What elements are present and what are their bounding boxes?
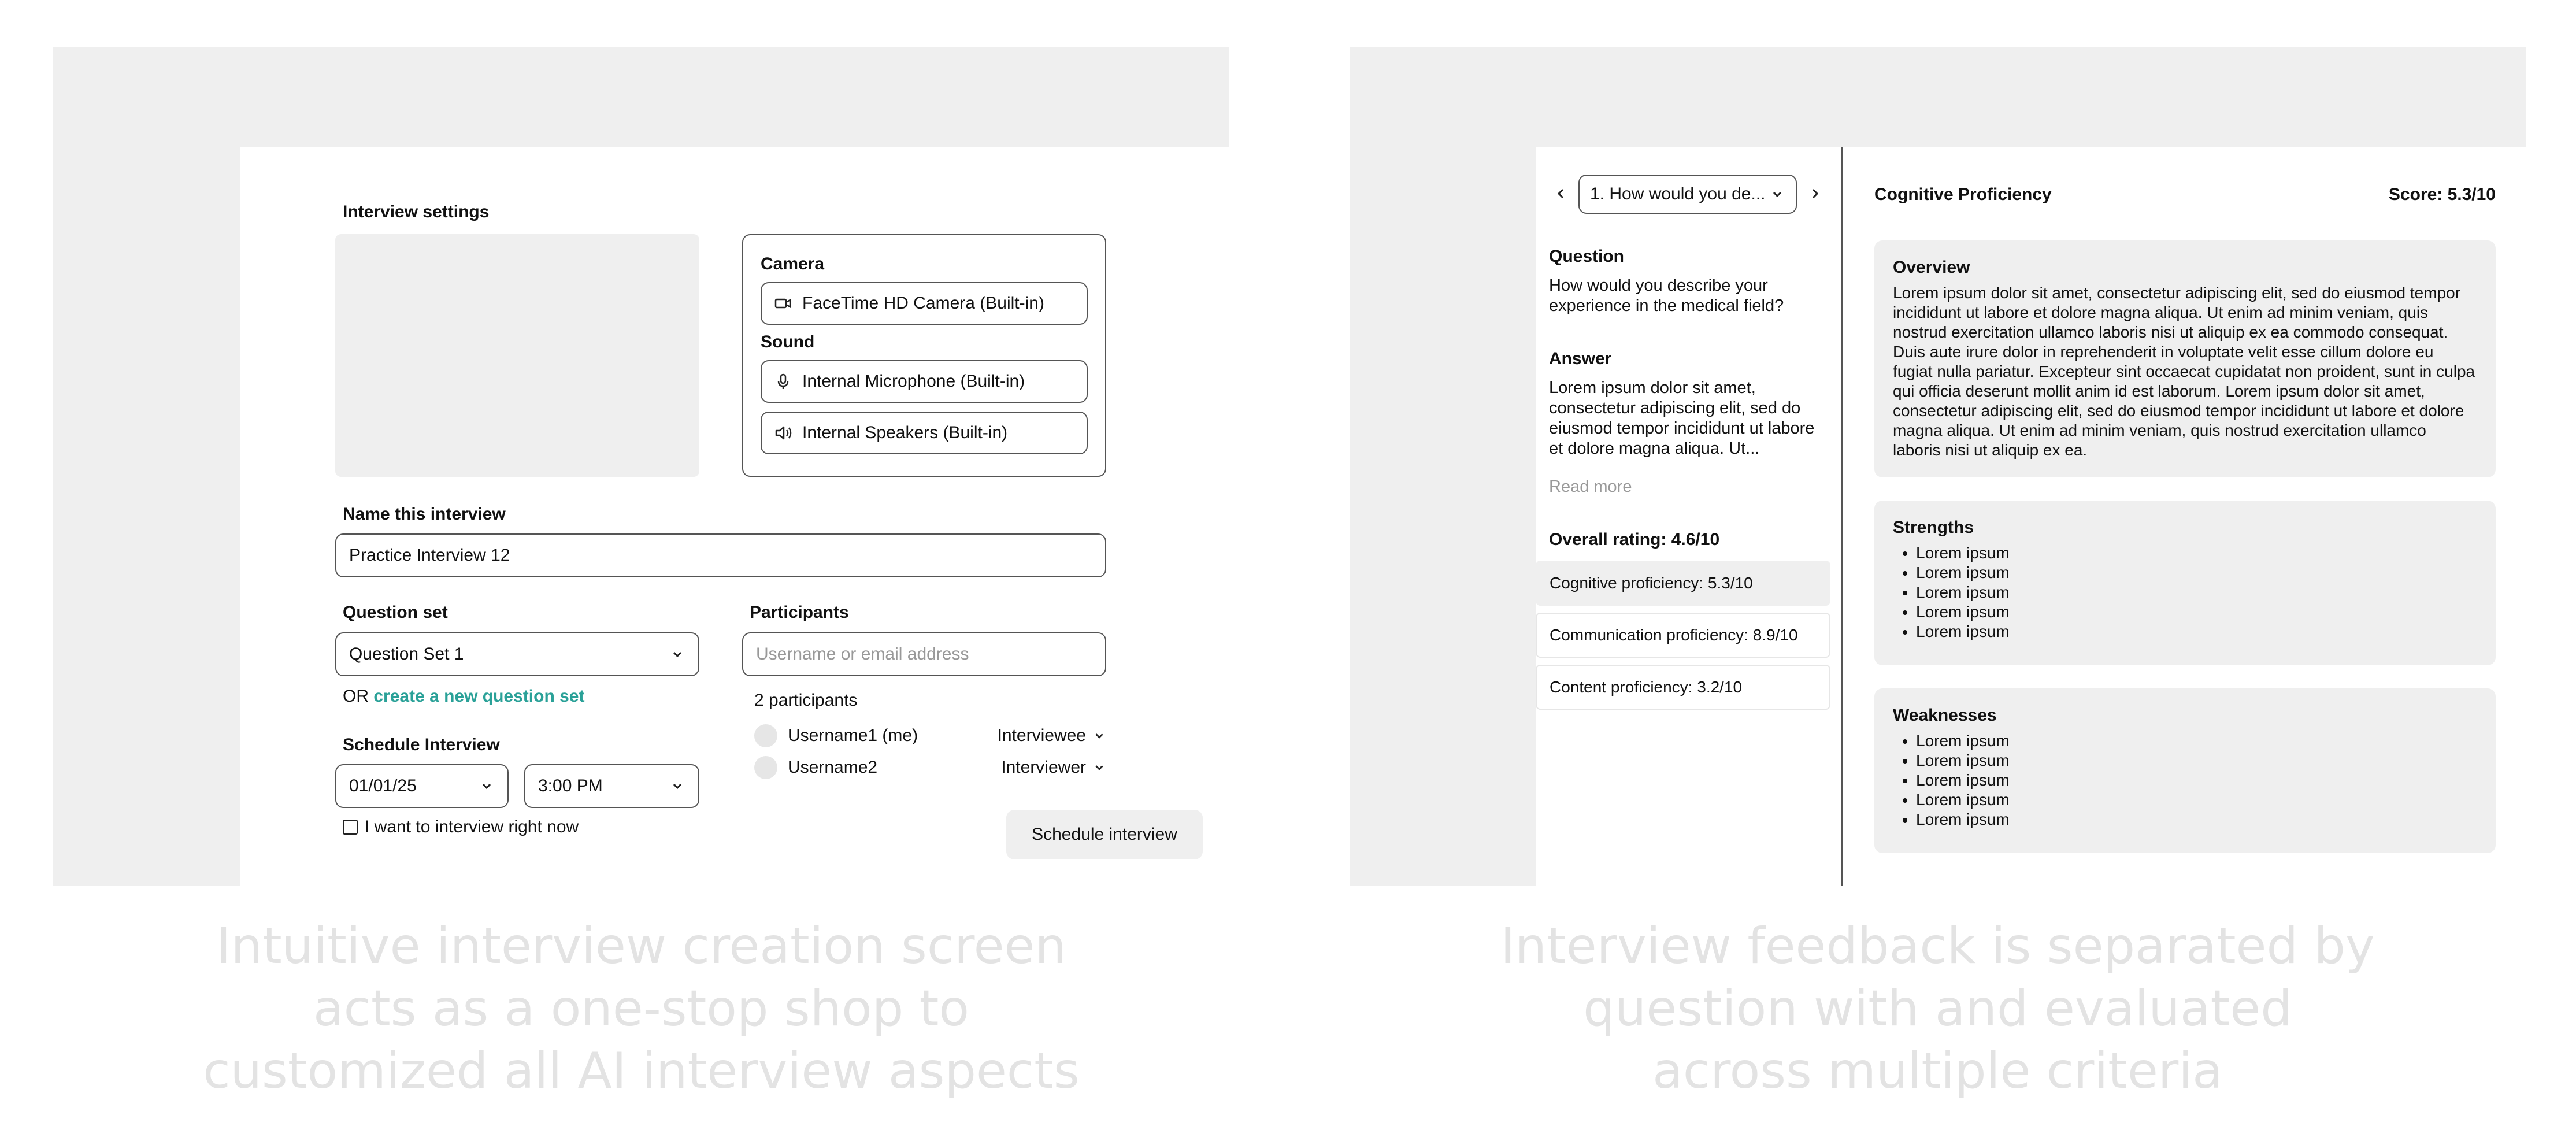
rating-label: Cognitive proficiency: 5.3/10 [1550, 574, 1753, 592]
overall-rating: Overall rating: 4.6/10 [1549, 530, 1720, 549]
name-label: Name this interview [343, 505, 506, 524]
interview-name-input[interactable]: Practice Interview 12 [335, 533, 1106, 577]
chevron-down-icon [1095, 765, 1103, 770]
create-question-set-link[interactable]: create a new question set [373, 687, 584, 706]
chevron-down-icon [673, 651, 682, 658]
create-question-set-row: OR create a new question set [343, 687, 584, 706]
time-value: 3:00 PM [538, 776, 603, 795]
question-label: Question [1549, 247, 1625, 266]
camera-select[interactable]: FaceTime HD Camera (Built-in) [761, 282, 1088, 325]
question-select[interactable]: 1. How would you de... [1578, 175, 1797, 214]
participant-row: Username1 (me) Interviewee [754, 723, 1107, 749]
caption-line: customized all AI interview aspects [203, 1042, 1080, 1100]
question-select-value: 1. How would you de... [1590, 184, 1766, 203]
participant-role: Interviewee [997, 726, 1086, 745]
caption-line: across multiple criteria [1652, 1042, 2223, 1100]
schedule-label: Schedule Interview [343, 735, 500, 754]
list-item: Lorem ipsum [1916, 622, 2477, 642]
rating-row-content[interactable]: Content proficiency: 3.2/10 [1536, 665, 1830, 710]
strengths-title: Strengths [1893, 518, 1974, 537]
participant-role-select[interactable]: Interviewer [1001, 758, 1107, 777]
list-item: Lorem ipsum [1916, 751, 2477, 770]
chevron-right-icon[interactable] [1807, 185, 1822, 202]
camera-icon [774, 298, 791, 309]
list-item: Lorem ipsum [1916, 563, 2477, 583]
chevron-down-icon [1095, 733, 1103, 739]
section-title: Interview settings [343, 202, 490, 221]
participant-count: 2 participants [754, 691, 858, 710]
list-item: Lorem ipsum [1916, 790, 2477, 810]
weaknesses-list: Lorem ipsum Lorem ipsum Lorem ipsum Lore… [1893, 731, 2477, 829]
date-value: 01/01/25 [349, 776, 417, 795]
date-select[interactable]: 01/01/25 [335, 764, 509, 808]
participant-role: Interviewer [1001, 758, 1086, 777]
list-item: Lorem ipsum [1916, 731, 2477, 751]
participant-role-select[interactable]: Interviewee [998, 726, 1107, 746]
interview-now-checkbox[interactable] [343, 820, 358, 835]
score: Score: 5.3/10 [2388, 185, 2496, 204]
microphone-value: Internal Microphone (Built-in) [802, 372, 1025, 391]
caption-line: acts as a one-stop shop to [313, 980, 970, 1038]
speakers-value: Internal Speakers (Built-in) [802, 423, 1008, 442]
camera-label: Camera [761, 254, 825, 273]
question-set-select[interactable]: Question Set 1 [335, 632, 699, 676]
chevron-down-icon [1773, 191, 1782, 198]
camera-value: FaceTime HD Camera (Built-in) [802, 294, 1044, 313]
overview-text: Lorem ipsum dolor sit amet, consectetur … [1893, 284, 2475, 459]
rating-label: Communication proficiency: 8.9/10 [1550, 626, 1798, 644]
read-more-link[interactable]: Read more [1549, 477, 1632, 497]
interview-name-value: Practice Interview 12 [349, 546, 510, 565]
list-item: Lorem ipsum [1916, 543, 2477, 563]
avatar [754, 756, 777, 779]
panel-divider [1841, 147, 1843, 886]
question-set-value: Question Set 1 [349, 644, 464, 664]
microphone-icon [777, 373, 789, 389]
list-item: Lorem ipsum [1916, 770, 2477, 790]
interview-now-row: I want to interview right now [343, 817, 579, 837]
speaker-icon [775, 426, 792, 440]
avatar [754, 724, 777, 747]
rating-row-cognitive[interactable]: Cognitive proficiency: 5.3/10 [1536, 561, 1830, 606]
participant-name: Username1 (me) [788, 726, 918, 745]
strengths-card: Strengths Lorem ipsum Lorem ipsum Lorem … [1874, 501, 2496, 665]
list-item: Lorem ipsum [1916, 810, 2477, 829]
participant-name: Username2 [788, 758, 878, 777]
time-select[interactable]: 3:00 PM [524, 764, 699, 808]
overview-card: Overview Lorem ipsum dolor sit amet, con… [1874, 240, 2496, 477]
rating-row-communication[interactable]: Communication proficiency: 8.9/10 [1536, 613, 1830, 658]
answer-text: Lorem ipsum dolor sit amet, consectetur … [1549, 379, 1815, 458]
interview-now-label: I want to interview right now [365, 817, 579, 836]
participant-search-placeholder: Username or email address [756, 644, 969, 664]
participant-search-input[interactable]: Username or email address [742, 632, 1106, 676]
overview-title: Overview [1893, 258, 1970, 277]
question-set-label: Question set [343, 603, 448, 622]
or-text: OR [343, 687, 369, 706]
participant-row: Username2 Interviewer [754, 755, 1107, 780]
chevron-down-icon [673, 783, 682, 790]
weaknesses-card: Weaknesses Lorem ipsum Lorem ipsum Lorem… [1874, 688, 2496, 853]
question-text: How would you describe your experience i… [1549, 276, 1784, 315]
rating-label: Content proficiency: 3.2/10 [1550, 678, 1743, 696]
video-preview [335, 234, 699, 477]
strengths-list: Lorem ipsum Lorem ipsum Lorem ipsum Lore… [1893, 543, 2477, 642]
caption-line: Intuitive interview creation screen [216, 917, 1066, 975]
caption-line: Interview feedback is separated by [1500, 917, 2375, 975]
chevron-left-icon[interactable] [1554, 185, 1569, 202]
sound-label: Sound [761, 332, 815, 351]
detail-title: Cognitive Proficiency [1874, 185, 2052, 204]
speakers-select[interactable]: Internal Speakers (Built-in) [761, 412, 1088, 454]
weaknesses-title: Weaknesses [1893, 706, 1997, 725]
list-item: Lorem ipsum [1916, 583, 2477, 602]
left-caption: Intuitive interview creation screen acts… [53, 915, 1229, 1102]
answer-label: Answer [1549, 349, 1612, 368]
caption-line: question with and evaluated [1583, 980, 2292, 1038]
list-item: Lorem ipsum [1916, 602, 2477, 622]
chevron-down-icon [482, 783, 491, 790]
participants-label: Participants [750, 603, 849, 622]
right-caption: Interview feedback is separated by quest… [1350, 915, 2526, 1102]
schedule-interview-button[interactable]: Schedule interview [1006, 810, 1203, 859]
microphone-select[interactable]: Internal Microphone (Built-in) [761, 360, 1088, 403]
